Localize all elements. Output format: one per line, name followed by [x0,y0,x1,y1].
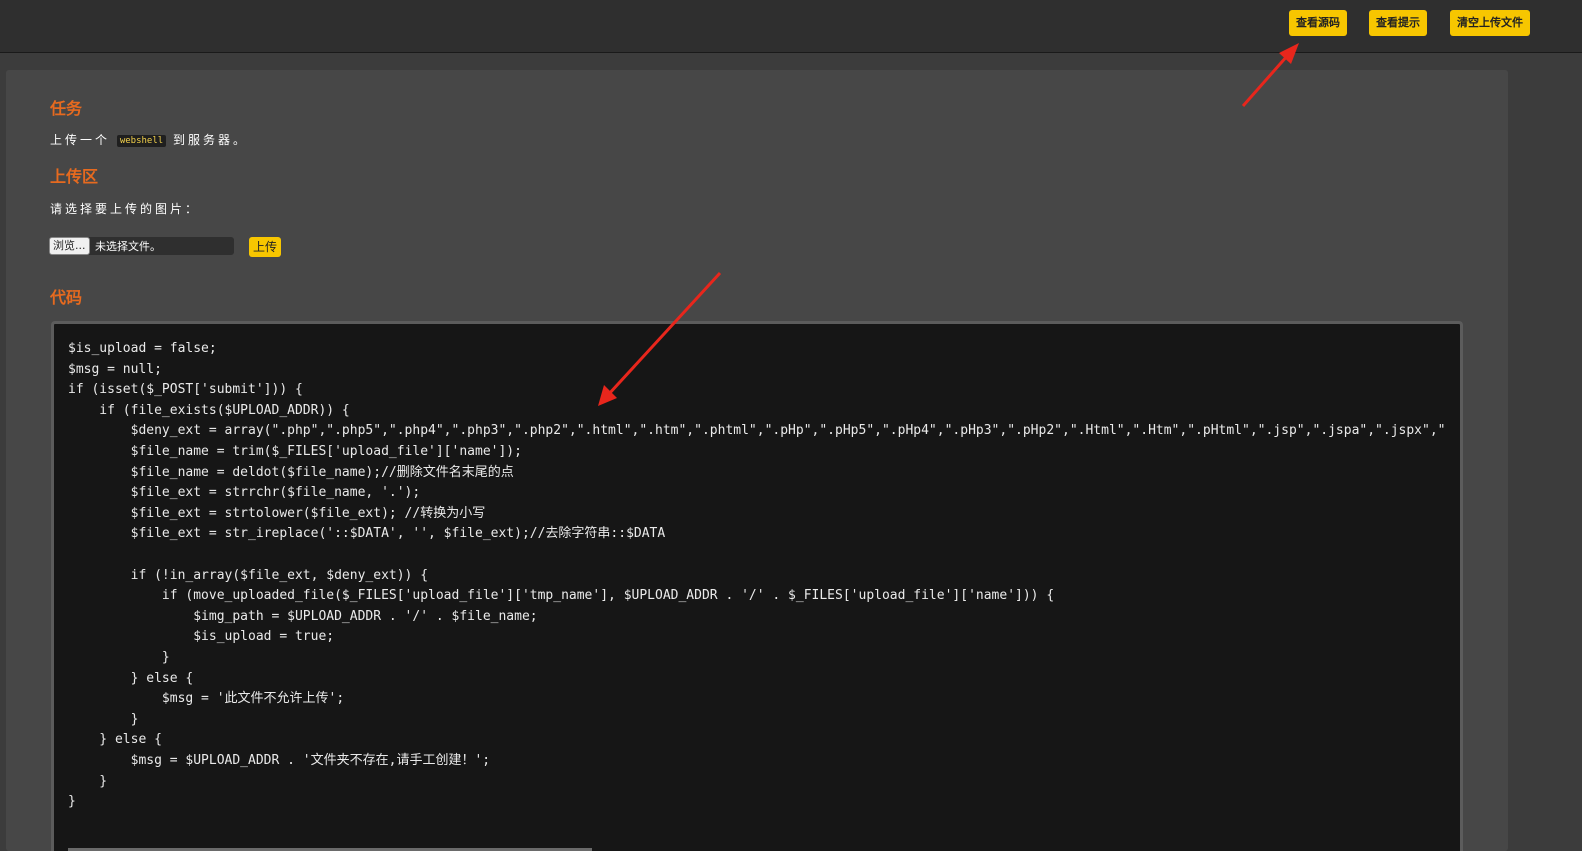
browse-button[interactable]: 浏览... [49,237,90,255]
code-line: } [68,711,139,727]
code-line: $file_ext = strrchr($file_name, '.'); [68,485,421,501]
task-description: 上传一个 webshell 到服务器。 [50,131,248,148]
code-line: $img_path = $UPLOAD_ADDR . '/' . $file_n… [68,608,538,624]
code-line: $msg = '此文件不允许上传'; [68,691,345,707]
code-line: $msg = null; [68,361,162,377]
code-line: if (!in_array($file_ext, $deny_ext)) { [68,567,429,583]
upload-heading: 上传区 [50,167,99,186]
code-line: } [68,794,76,810]
code-line: $file_ext = strtolower($file_ext); //转换为… [68,505,486,521]
code-line: $is_upload = true; [68,629,335,645]
no-file-label: 未选择文件。 [95,240,161,253]
task-heading: 任务 [50,99,83,118]
webshell-code-word: webshell [116,134,167,147]
file-input[interactable]: 浏览... 未选择文件。 [49,237,234,255]
clear-uploads-button[interactable]: 清空上传文件 [1450,10,1530,36]
code-line: if (move_uploaded_file($_FILES['upload_f… [68,588,1055,604]
code-line: $msg = $UPLOAD_ADDR . '文件夹不存在,请手工创建！'; [68,753,491,768]
code-line: $file_name = trim($_FILES['upload_file']… [68,444,522,459]
top-bar: 查看源码 查看提示 清空上传文件 [0,0,1582,53]
code-heading: 代码 [50,288,83,307]
code-line: if (isset($_POST['submit'])) { [68,382,303,398]
code-line: } [68,650,170,665]
source-code-block: $is_upload = false; $msg = null; if (isset… [51,321,1463,851]
task-text-after: 到服务器。 [173,133,249,147]
code-line: } else { [68,670,194,686]
code-line: $is_upload = false; [68,341,217,356]
code-line: $file_name = deldot($file_name);//删除文件名末… [68,464,514,480]
view-hint-button[interactable]: 查看提示 [1369,10,1427,36]
upload-instruction: 请选择要上传的图片： [50,202,201,216]
code-line: } [68,773,108,789]
task-text-before: 上传一个 [50,133,111,147]
code-line: if (file_exists($UPLOAD_ADDR)) { [68,402,350,418]
upload-submit-button[interactable]: 上传 [249,237,282,257]
code-line: $deny_ext = array(".php",".php5",".php4"… [68,423,1446,439]
view-source-button[interactable]: 查看源码 [1289,10,1347,36]
code-line: } else { [68,732,162,748]
code-line: $file_ext = str_ireplace('::$DATA', '', … [68,526,666,542]
